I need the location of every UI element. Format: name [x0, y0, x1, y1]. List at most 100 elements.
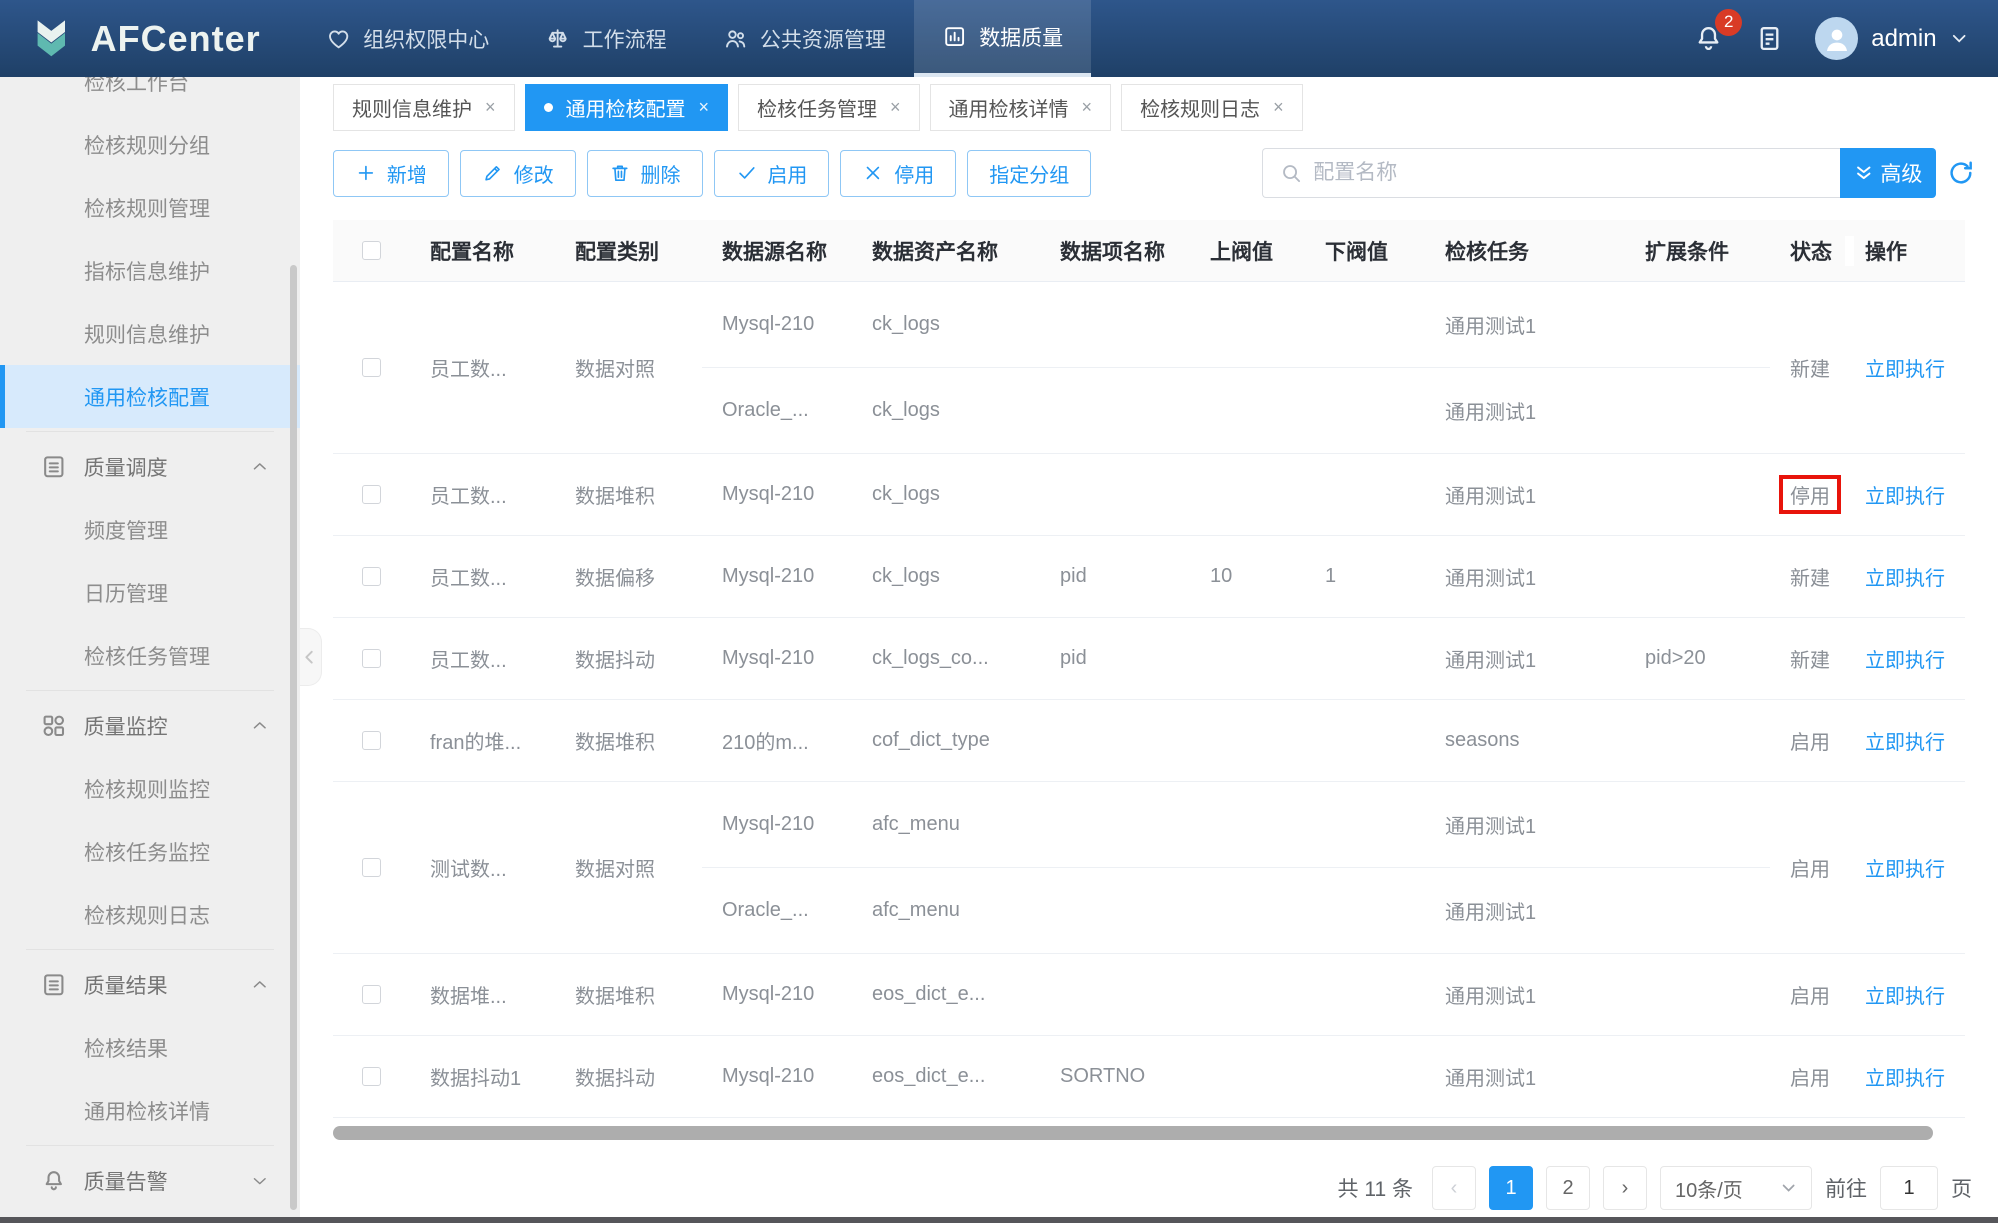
execute-now-link[interactable]: 立即执行 — [1865, 650, 1945, 672]
sidebar-item-2[interactable]: 检核规则管理 — [0, 176, 300, 239]
row-checkbox[interactable] — [362, 1067, 381, 1086]
document-log-icon[interactable] — [1754, 23, 1785, 54]
cell-name: 员工数... — [410, 562, 555, 591]
sidebar-group-14[interactable]: 质量结果 — [0, 953, 300, 1016]
sidebar-item-4[interactable]: 规则信息维护 — [0, 302, 300, 365]
execute-now-link[interactable]: 立即执行 — [1865, 359, 1945, 381]
sidebar-item-13[interactable]: 检核规则日志 — [0, 883, 300, 946]
execute-now-link[interactable]: 立即执行 — [1865, 986, 1945, 1008]
nav-item-3[interactable]: 数据质量 — [914, 0, 1091, 77]
row-checkbox-cell — [333, 731, 410, 750]
execute-now-link[interactable]: 立即执行 — [1865, 732, 1945, 754]
sidebar-item-7[interactable]: 频度管理 — [0, 498, 300, 561]
row-checkbox[interactable] — [362, 858, 381, 877]
tab-close-icon[interactable]: × — [485, 97, 496, 118]
toolbar-button-3[interactable]: 启用 — [714, 150, 830, 197]
row-checkbox[interactable] — [362, 358, 381, 377]
sidebar-item-11[interactable]: 检核规则监控 — [0, 757, 300, 820]
execute-now-link[interactable]: 立即执行 — [1865, 859, 1945, 881]
prev-page-button[interactable]: ‹ — [1432, 1166, 1476, 1210]
tab-close-icon[interactable]: × — [1082, 97, 1093, 118]
sidebar-item-9[interactable]: 检核任务管理 — [0, 624, 300, 687]
sidebar-item-16[interactable]: 通用检核详情 — [0, 1079, 300, 1142]
sidebar-item-8[interactable]: 日历管理 — [0, 561, 300, 624]
cell-status: 新建 — [1770, 644, 1845, 673]
cell-item: pid — [1040, 647, 1190, 670]
page-button-1[interactable]: 1 — [1489, 1166, 1533, 1210]
chevron-down-icon — [250, 1171, 270, 1191]
sidebar-item-12[interactable]: 检核任务监控 — [0, 820, 300, 883]
sidebar-item-label: 通用检核配置 — [84, 382, 210, 412]
tab-0[interactable]: 规则信息维护× — [333, 84, 515, 131]
row-checkbox[interactable] — [362, 485, 381, 504]
nav-item-2[interactable]: 公共资源管理 — [695, 0, 914, 77]
toolbar-button-1[interactable]: 修改 — [460, 150, 576, 197]
toolbar-button-label: 删除 — [641, 159, 681, 188]
table-row-0: 员工数...数据对照Mysql-210ck_logs通用测试1Oracle_..… — [333, 282, 1965, 454]
sidebar-group-6[interactable]: 质量调度 — [0, 435, 300, 498]
sidebar-item-15[interactable]: 检核结果 — [0, 1016, 300, 1079]
column-header-2: 数据源名称 — [702, 236, 852, 266]
sidebar-collapse-handle[interactable] — [300, 628, 322, 686]
sidebar-item-1[interactable]: 检核规则分组 — [0, 113, 300, 176]
toolbar-button-4[interactable]: 停用 — [840, 150, 956, 197]
toolbar-button-2[interactable]: 删除 — [587, 150, 703, 197]
advanced-label: 高级 — [1880, 158, 1922, 188]
select-all-checkbox[interactable] — [362, 241, 381, 260]
user-menu[interactable]: admin — [1815, 17, 1968, 60]
row-checkbox[interactable] — [362, 567, 381, 586]
column-header-10: 操作 — [1845, 236, 1965, 266]
page-button-2[interactable]: 2 — [1546, 1166, 1590, 1210]
cell-status: 新建 — [1770, 562, 1845, 591]
cell-task: 通用测试1 — [1425, 396, 1625, 425]
cell-upper: 10 — [1190, 565, 1305, 588]
sidebar-scrollbar[interactable] — [290, 265, 297, 1210]
horizontal-scrollbar-thumb[interactable] — [333, 1126, 1933, 1140]
refresh-icon[interactable] — [1946, 158, 1976, 188]
advanced-search-button[interactable]: 高级 — [1840, 148, 1936, 198]
page-size-select[interactable]: 10条/页 — [1660, 1166, 1812, 1210]
toolbar-button-0[interactable]: 新增 — [333, 150, 449, 197]
pencil-icon — [482, 162, 504, 184]
toolbar: 新增修改 删除 启用停用 指定分组 — [333, 148, 1976, 198]
tab-close-icon[interactable]: × — [890, 97, 901, 118]
table-row-4: fran的堆...数据堆积210的m...cof_dict_typeseason… — [333, 700, 1965, 782]
toolbar-button-5[interactable]: 指定分组 — [967, 150, 1091, 197]
cell-ext: pid>20 — [1625, 647, 1770, 670]
sidebar-item-5[interactable]: 通用检核配置 — [0, 365, 300, 428]
sidebar-item-0[interactable]: 检核工作台 — [0, 77, 300, 113]
nav-item-label: 数据质量 — [979, 22, 1063, 52]
tab-close-icon[interactable]: × — [1273, 97, 1284, 118]
next-page-button[interactable]: › — [1603, 1166, 1647, 1210]
top-navbar: AFCenter 组织权限中心工作流程公共资源管理数据质量 2 — [0, 0, 1998, 77]
execute-now-link[interactable]: 立即执行 — [1865, 568, 1945, 590]
table-row-3: 员工数...数据抖动Mysql-210ck_logs_co...pid通用测试1… — [333, 618, 1965, 700]
close-icon — [862, 162, 884, 184]
tab-2[interactable]: 检核任务管理× — [738, 84, 920, 131]
tab-bar: 规则信息维护×通用检核配置×检核任务管理×通用检核详情×检核规则日志× — [333, 84, 1976, 131]
notification-bell[interactable]: 2 — [1693, 23, 1724, 54]
username: admin — [1871, 25, 1936, 53]
row-checkbox[interactable] — [362, 731, 381, 750]
goto-page-input[interactable] — [1880, 1166, 1938, 1210]
nav-item-1[interactable]: 工作流程 — [517, 0, 694, 77]
tab-1[interactable]: 通用检核配置× — [525, 84, 729, 131]
row-checkbox[interactable] — [362, 985, 381, 1004]
sidebar-item-label: 频度管理 — [84, 515, 168, 545]
sidebar-item-3[interactable]: 指标信息维护 — [0, 239, 300, 302]
table-row-1: 员工数...数据堆积Mysql-210ck_logs通用测试1停用立即执行 — [333, 454, 1965, 536]
execute-now-link[interactable]: 立即执行 — [1865, 1068, 1945, 1090]
tab-close-icon[interactable]: × — [699, 97, 710, 118]
cell-datasource: Mysql-210 — [702, 1065, 852, 1088]
column-header-4: 数据项名称 — [1040, 236, 1190, 266]
execute-now-link[interactable]: 立即执行 — [1865, 486, 1945, 508]
nav-item-0[interactable]: 组织权限中心 — [298, 0, 517, 77]
row-checkbox[interactable] — [362, 649, 381, 668]
cell-action: 立即执行 — [1845, 1062, 1965, 1091]
toolbar-button-label: 指定分组 — [989, 159, 1069, 188]
sidebar-group-10[interactable]: 质量监控 — [0, 694, 300, 757]
tab-4[interactable]: 检核规则日志× — [1121, 84, 1303, 131]
search-input[interactable] — [1313, 161, 1824, 185]
tab-3[interactable]: 通用检核详情× — [930, 84, 1112, 131]
sidebar-group-17[interactable]: 质量告警 — [0, 1149, 300, 1212]
